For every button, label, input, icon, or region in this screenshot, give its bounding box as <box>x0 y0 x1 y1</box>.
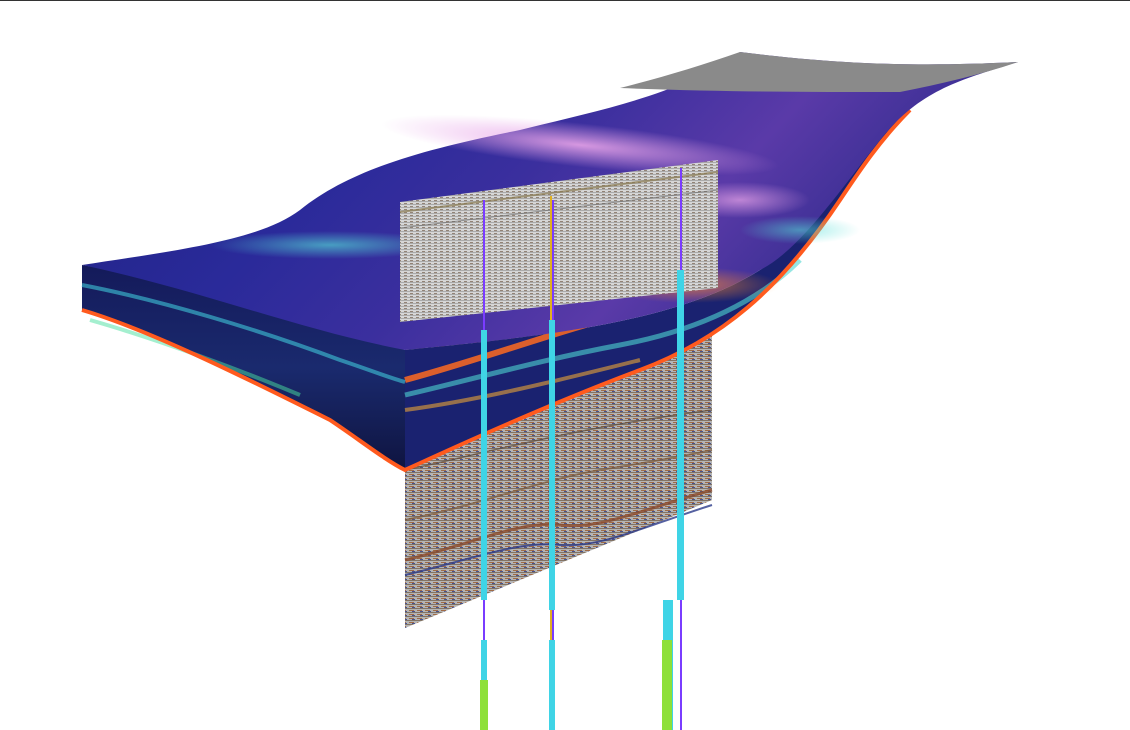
3d-reservoir-scene[interactable] <box>0 0 1130 730</box>
